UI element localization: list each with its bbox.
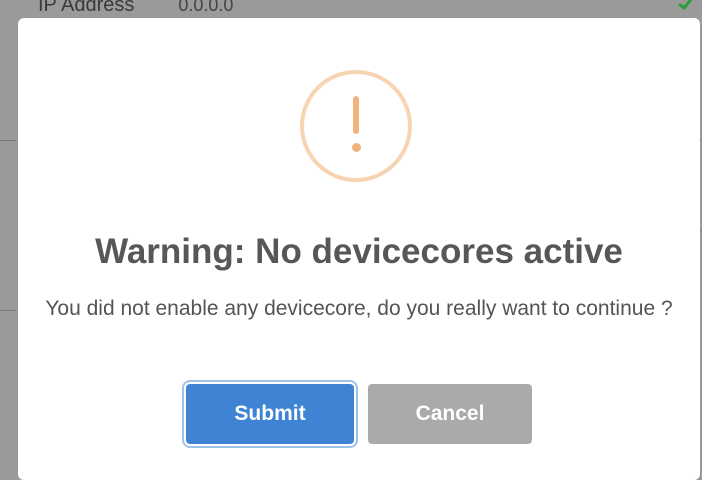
check-icon bbox=[678, 0, 693, 10]
background-divider bbox=[0, 140, 16, 141]
warning-dialog: Warning: No devicecores active You did n… bbox=[18, 18, 700, 480]
dialog-message: You did not enable any devicecore, do yo… bbox=[45, 297, 673, 320]
cancel-button[interactable]: Cancel bbox=[368, 384, 532, 444]
background-divider bbox=[0, 310, 16, 311]
background-row-label: IP Address bbox=[38, 0, 135, 16]
warning-icon bbox=[300, 70, 412, 182]
warning-icon-bar bbox=[353, 96, 359, 134]
dialog-title: Warning: No devicecores active bbox=[95, 232, 623, 271]
background-row-ip: IP Address 0.0.0.0 bbox=[38, 0, 233, 17]
background-row-value: 0.0.0.0 bbox=[178, 0, 234, 15]
warning-icon-dot bbox=[351, 143, 361, 152]
submit-button[interactable]: Submit bbox=[186, 384, 354, 444]
